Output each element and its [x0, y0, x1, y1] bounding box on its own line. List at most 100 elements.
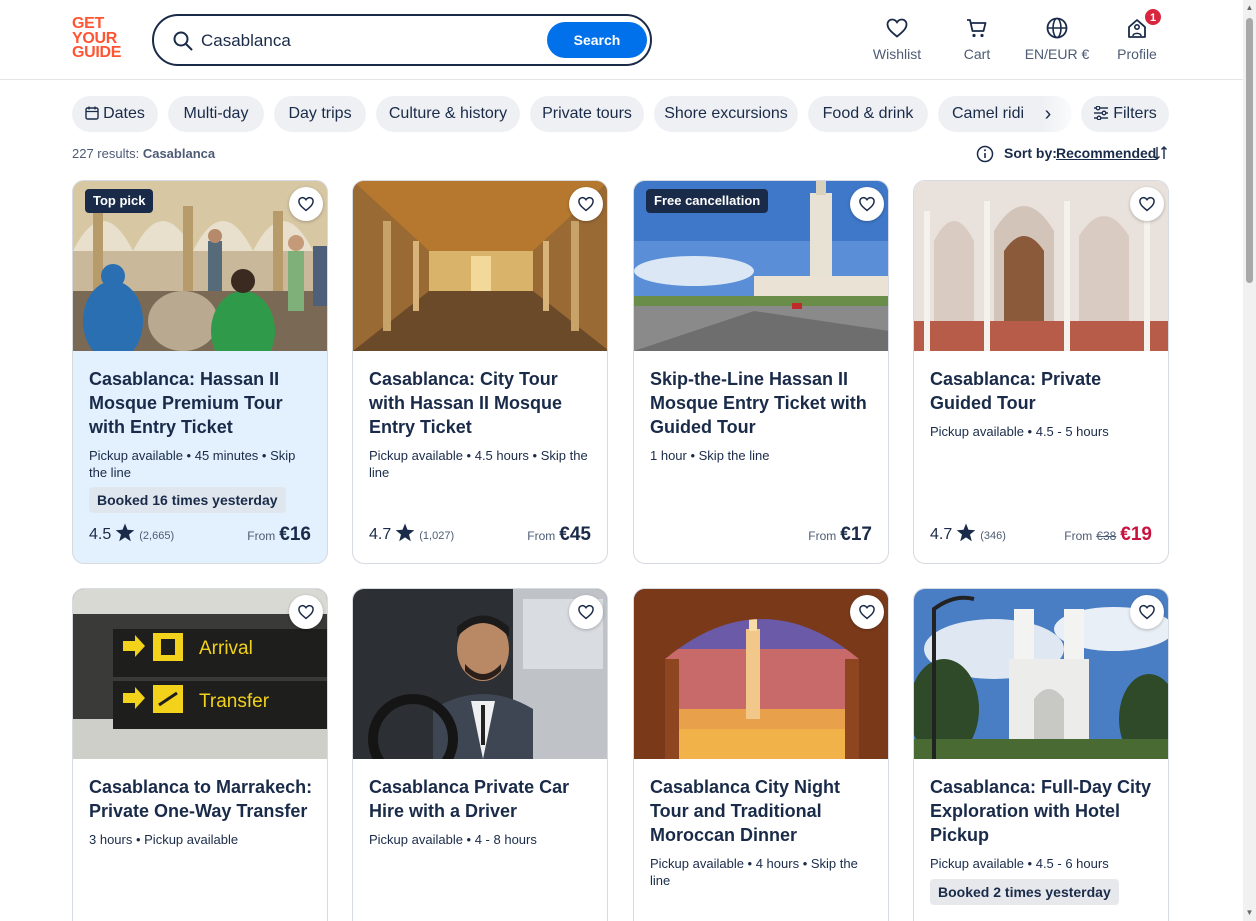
chip-dates[interactable]: Dates: [72, 96, 158, 132]
profile-nav[interactable]: 1 Profile: [1097, 8, 1177, 62]
profile-notification-badge: 1: [1144, 8, 1162, 26]
wishlist-heart-button[interactable]: [569, 595, 603, 629]
arrival-sign-text: Arrival: [199, 638, 253, 659]
rating: 4.5 (2,665): [89, 523, 174, 547]
profile-label: Profile: [1117, 46, 1157, 62]
activity-title[interactable]: Casablanca: Full-Day City Exploration wi…: [930, 775, 1158, 847]
activity-title[interactable]: Casablanca: Hassan II Mosque Premium Tou…: [89, 367, 317, 439]
search-icon: [173, 31, 193, 51]
activity-meta: Pickup available • 4.5 - 6 hours: [930, 856, 1109, 871]
activity-meta: Pickup available • 45 minutes • Skip the…: [89, 448, 296, 480]
rating-value: 4.7: [369, 526, 392, 543]
price-from: From: [527, 529, 556, 543]
chip-day-trips[interactable]: Day trips: [274, 96, 366, 132]
heart-icon: [578, 604, 594, 620]
rating: 4.7 (346): [930, 523, 1006, 547]
wishlist-label: Wishlist: [872, 46, 922, 62]
activity-card[interactable]: Arrival Transfer Casablanca to Marrakech…: [72, 588, 328, 921]
wishlist-heart-button[interactable]: [1130, 595, 1164, 629]
heart-icon: [1139, 196, 1155, 212]
sort-value[interactable]: Recommended: [1056, 145, 1156, 161]
sort-arrows-icon[interactable]: [1152, 144, 1170, 162]
price-from: From: [808, 529, 837, 543]
language-currency-nav[interactable]: EN/EUR €: [1017, 16, 1097, 62]
activity-title[interactable]: Casablanca to Marrakech: Private One-Way…: [89, 775, 317, 823]
rating-value: 4.7: [930, 526, 953, 543]
price-from: From: [1064, 529, 1093, 543]
activity-card[interactable]: Casablanca City Night Tour and Tradition…: [633, 588, 889, 921]
chip-label: Food & drink: [822, 105, 914, 122]
activity-title[interactable]: Casablanca: City Tour with Hassan II Mos…: [369, 367, 597, 439]
globe-icon: [1046, 17, 1068, 39]
scroll-up-arrow-icon[interactable]: ▲: [1244, 3, 1255, 13]
price: From €45: [527, 524, 591, 547]
chip-private-tours[interactable]: Private tours: [530, 96, 644, 132]
heart-icon: [1139, 604, 1155, 620]
wishlist-heart-button[interactable]: [850, 595, 884, 629]
price-value: €17: [840, 524, 872, 545]
wishlist-heart-button[interactable]: [289, 595, 323, 629]
chip-label: Private tours: [542, 105, 632, 122]
chip-food-drink[interactable]: Food & drink: [808, 96, 928, 132]
search-button[interactable]: Search: [547, 22, 647, 58]
results-query: Casablanca: [142, 146, 216, 161]
rating: 4.7 (1,027): [369, 523, 454, 547]
site-header: GET YOUR GUIDE Casablanca Search Wishlis…: [0, 0, 1256, 80]
activity-card[interactable]: Top pick Casablanca: Hassan II Mosque Pr…: [72, 180, 328, 564]
chip-label: Camel ridi: [952, 105, 1025, 122]
chip-label: Day trips: [288, 105, 352, 122]
chip-culture-history[interactable]: Culture & history: [376, 96, 520, 132]
chip-multi-day[interactable]: Multi-day: [168, 96, 264, 132]
top-pick-tag: Top pick: [85, 189, 154, 213]
star-icon: [115, 523, 135, 542]
scrollbar-thumb[interactable]: [1246, 18, 1253, 283]
chip-label: Shore excursions: [664, 105, 788, 122]
activity-title[interactable]: Casablanca: Private Guided Tour: [930, 367, 1158, 415]
sale-price: €19: [1120, 524, 1152, 545]
activity-card[interactable]: Free cancellation Skip-the-Line Hassan I…: [633, 180, 889, 564]
activity-meta: 1 hour • Skip the line: [650, 448, 770, 463]
wishlist-heart-button[interactable]: [850, 187, 884, 221]
heart-icon: [886, 18, 908, 38]
activity-title[interactable]: Casablanca City Night Tour and Tradition…: [650, 775, 878, 847]
activity-card[interactable]: Casablanca: Private Guided Tour Pickup a…: [913, 180, 1169, 564]
chevron-right-icon[interactable]: ›: [1036, 104, 1060, 124]
rating-value: 4.5: [89, 526, 112, 543]
getyourguide-logo[interactable]: GET YOUR GUIDE: [72, 16, 130, 63]
cart-nav[interactable]: Cart: [937, 16, 1017, 62]
calendar-icon: [85, 106, 99, 120]
price: From €17: [808, 524, 872, 547]
activity-card[interactable]: Casablanca: City Tour with Hassan II Mos…: [352, 180, 608, 564]
star-icon: [956, 523, 976, 542]
heart-icon: [298, 196, 314, 212]
heart-icon: [859, 604, 875, 620]
price-value: €45: [559, 524, 591, 545]
cart-label: Cart: [963, 46, 991, 62]
filters-button[interactable]: Filters: [1081, 96, 1169, 132]
activity-title[interactable]: Casablanca Private Car Hire with a Drive…: [369, 775, 597, 823]
wishlist-heart-button[interactable]: [569, 187, 603, 221]
activity-title[interactable]: Skip-the-Line Hassan II Mosque Entry Tic…: [650, 367, 878, 439]
results-count-text: 227 results:: [72, 146, 140, 161]
language-label: EN/EUR €: [1024, 46, 1090, 62]
activity-meta: Pickup available • 4 - 8 hours: [369, 832, 537, 847]
price-from: From: [247, 529, 276, 543]
activity-card[interactable]: Casablanca: Full-Day City Exploration wi…: [913, 588, 1169, 921]
activity-card[interactable]: Casablanca Private Car Hire with a Drive…: [352, 588, 608, 921]
filters-label: Filters: [1113, 105, 1157, 122]
booked-badge: Booked 2 times yesterday: [930, 879, 1119, 905]
info-icon[interactable]: [976, 145, 994, 163]
chip-shore-excursions[interactable]: Shore excursions: [654, 96, 798, 132]
free-cancellation-tag: Free cancellation: [646, 189, 769, 213]
wishlist-heart-button[interactable]: [1130, 187, 1164, 221]
scroll-down-arrow-icon[interactable]: ▼: [1244, 908, 1255, 918]
wishlist-heart-button[interactable]: [289, 187, 323, 221]
logo-line-3: GUIDE: [72, 44, 122, 61]
activity-meta: 3 hours • Pickup available: [89, 832, 239, 847]
chip-label: Culture & history: [388, 105, 508, 122]
search-bar[interactable]: Casablanca Search: [152, 14, 652, 66]
search-input[interactable]: Casablanca: [201, 30, 291, 52]
wishlist-nav[interactable]: Wishlist: [857, 16, 937, 62]
chip-label: Multi-day: [183, 105, 249, 122]
sliders-icon: [1094, 105, 1109, 121]
